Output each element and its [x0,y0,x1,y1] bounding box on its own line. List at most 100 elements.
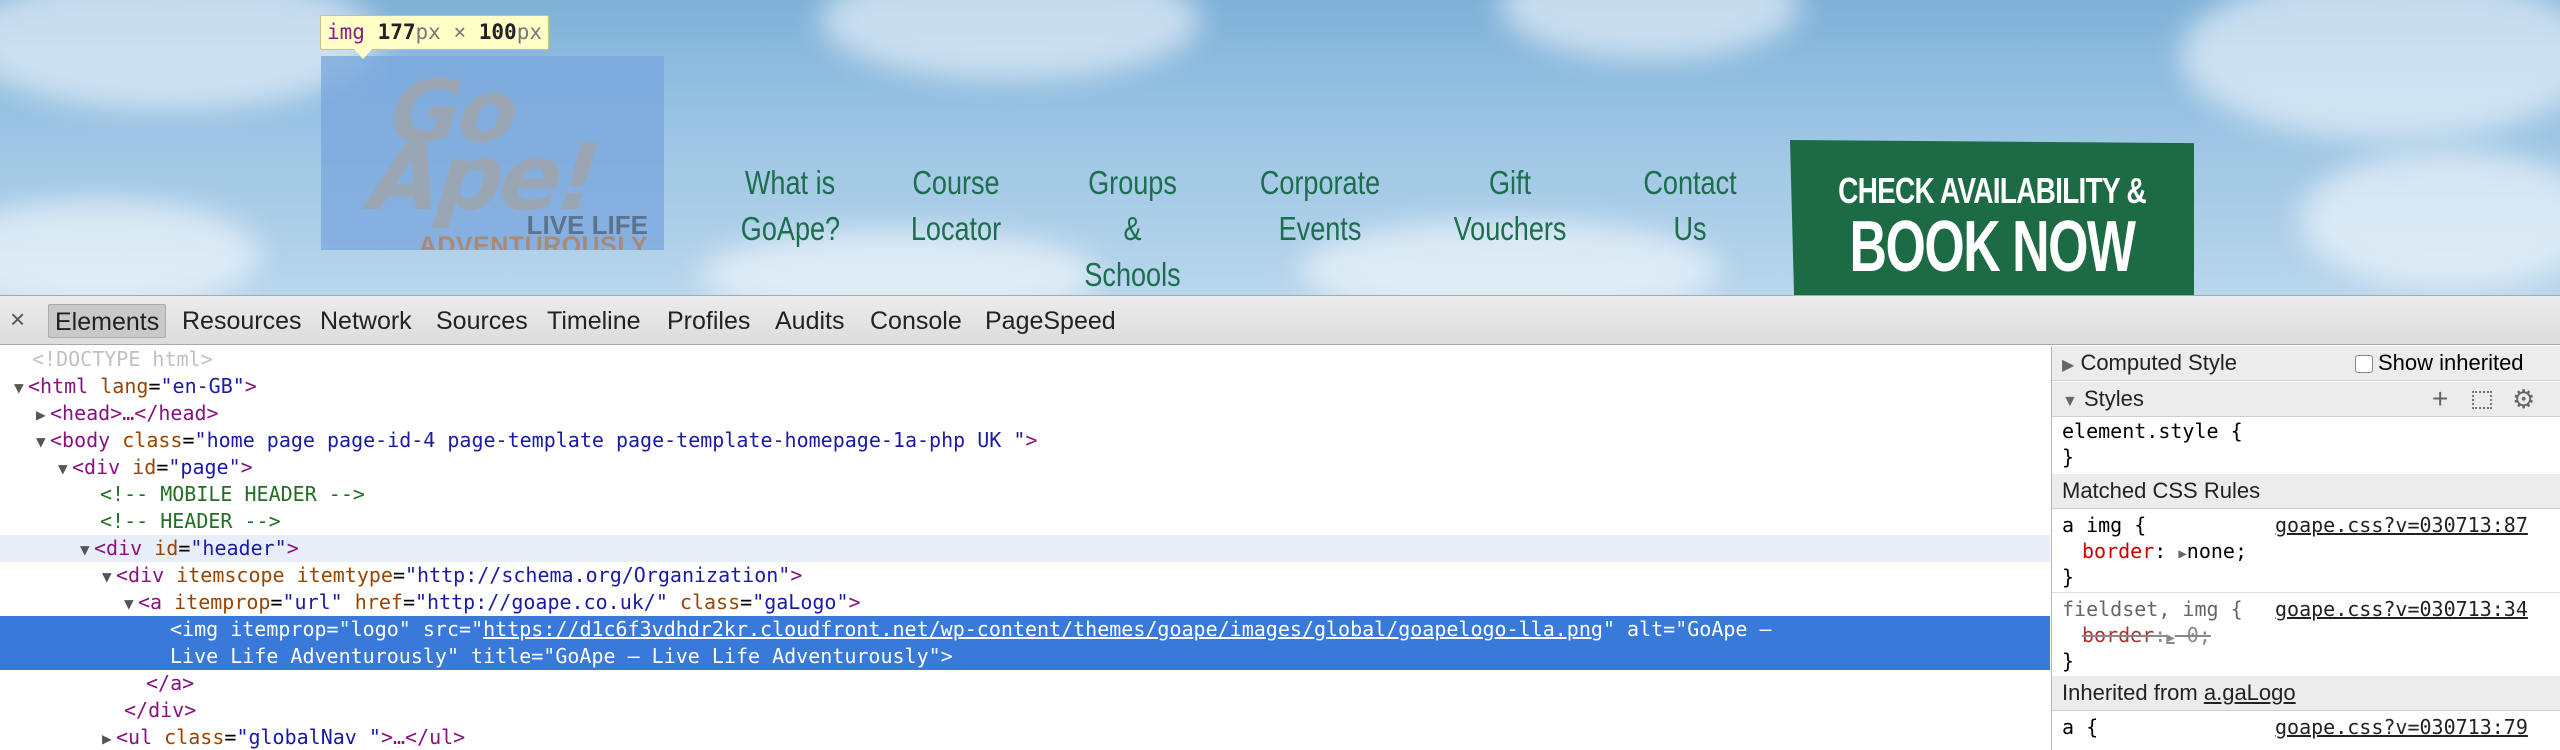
comment-text: <!-- HEADER --> [100,509,281,533]
doctype-text: <!DOCTYPE html> [32,347,213,371]
nav-label-line1: Gift [1488,164,1532,201]
dom-node-html[interactable]: ▼ <html lang="en-GB"> [0,373,2050,400]
nav-label-line1: Groups & [1088,164,1177,247]
rule-close-brace: } [2062,565,2075,589]
attr-name: lang [100,374,149,398]
attr-name: id [154,536,179,560]
css-property-overridden[interactable]: border:▶ 0; [2082,622,2211,648]
nav-label-line2: GoApe? [740,210,841,247]
attr-name: class [164,725,225,749]
collapsed-triangle-icon[interactable]: ▶ [36,401,50,428]
show-inherited-checkbox[interactable] [2355,355,2373,373]
nav-label-line2: Locator [910,210,1002,247]
computed-style-label: Computed Style [2080,350,2237,375]
attr-name: class [679,590,741,614]
book-now-button[interactable]: CHECK AVAILABILITY & BOOK NOW [1790,140,2194,295]
tab-elements[interactable]: Elements [48,304,167,338]
inherited-element-link[interactable]: a.gaLogo [2204,680,2296,705]
attr-name: itemprop [174,590,271,614]
dom-node-ul-globalnav[interactable]: ▶ <ul class="globalNav ">…</ul> [0,724,2050,750]
attr-name: itemprop [230,617,327,641]
dom-node-div-close[interactable]: </div> [0,697,2050,724]
tooltip-tag: img [327,20,365,44]
attr-value: "http://goape.co.uk/" [415,590,668,614]
tab-pagespeed[interactable]: PageSpeed [979,304,1122,338]
expanded-triangle-icon: ▼ [2062,393,2078,410]
dom-node-doctype[interactable]: <!DOCTYPE html> [0,346,2050,373]
expanded-triangle-icon[interactable]: ▼ [80,536,94,563]
css-property-border[interactable]: border: ▶none; [2082,538,2247,564]
dom-tree: <!DOCTYPE html> ▼ <html lang="en-GB"> ▶ <h… [0,346,2050,750]
tab-console[interactable]: Console [864,304,968,338]
tag-name: <html [28,374,89,398]
dom-node-comment[interactable]: <!-- MOBILE HEADER --> [0,481,2050,508]
dom-node-comment[interactable]: <!-- HEADER --> [0,508,2050,535]
website-header: Go Ape! LIVE LIFE ADVENTUROUSLY img 177p… [0,0,2560,295]
attr-value: "GoApe – Live Life Adventurously" [543,644,941,668]
attr-value: "GoApe – [1675,617,1772,641]
element-style-rule[interactable]: element.style { [2062,418,2243,444]
tab-resources[interactable]: Resources [176,304,308,338]
nav-contact-us[interactable]: Contact Us [1641,160,1739,252]
dom-node-img-selected-cont[interactable]: Live Life Adventurously" title="GoApe – … [0,643,2050,670]
dom-node-div-itemscope[interactable]: ▼ <div itemscope itemtype="http://schema.… [0,562,2050,589]
rule-selector[interactable]: a img { [2062,512,2146,538]
tab-profiles[interactable]: Profiles [661,304,756,338]
attr-name: itemtype [296,563,393,587]
dom-node-div-page[interactable]: ▼ <div id="page"> [0,454,2050,481]
attr-name: href [354,590,403,614]
tab-sources[interactable]: Sources [430,304,534,338]
nav-groups-schools[interactable]: Groups & Schools [1077,160,1188,295]
img-src-link[interactable]: https://d1c6f3vdhdr2kr.cloudfront.net/wp… [483,617,1603,641]
show-inherited-label: Show inherited [2378,350,2524,375]
nav-label-line2: Us [1673,210,1707,247]
close-devtools-icon[interactable]: × [10,304,25,334]
nav-gift-vouchers[interactable]: Gift Vouchers [1453,160,1568,252]
cloud [0,200,260,295]
collapsed-triangle-icon[interactable]: ▶ [102,725,116,750]
dom-node-body[interactable]: ▼ <body class="home page page-id-4 page-t… [0,427,2050,454]
inherited-from-label: Inherited from [2062,680,2198,705]
tab-audits[interactable]: Audits [769,304,850,338]
dom-node-head[interactable]: ▶ <head>…</head> [0,400,2050,427]
gear-icon[interactable]: ⚙ [2512,382,2535,416]
rule-selector[interactable]: fieldset, img { [2062,596,2243,622]
attr-value: Live Life Adventurously" [170,644,459,668]
rule-close-brace: } [2062,445,2075,469]
logo-tagline-adventurously: ADVENTUROUSLY [418,232,648,250]
dom-node-a-close[interactable]: </a> [0,670,2050,697]
closing-tag: </a> [146,671,195,695]
tab-timeline[interactable]: Timeline [541,304,647,338]
dom-node-div-header[interactable]: ▼ <div id="header"> [0,535,2050,562]
expanded-triangle-icon[interactable]: ▼ [124,590,138,617]
comment-text: <!-- MOBILE HEADER --> [100,482,365,506]
dom-node-img-selected[interactable]: <img itemprop="logo" src="https://d1c6f3… [0,616,2050,643]
closing-tag: </div> [124,698,197,722]
css-source-link[interactable]: goape.css?v=030713:79 [2275,714,2528,740]
element-state-icon[interactable] [2472,391,2492,409]
attr-value: "gaLogo" [752,590,849,614]
nav-label-line2: Vouchers [1453,210,1567,247]
tab-network[interactable]: Network [314,304,418,338]
expanded-triangle-icon[interactable]: ▼ [36,428,50,455]
goape-logo-link[interactable]: Go Ape! LIVE LIFE ADVENTUROUSLY [321,56,664,250]
expanded-triangle-icon[interactable]: ▼ [14,374,28,401]
styles-header[interactable]: ▼ Styles + ⚙ [2052,382,2560,417]
nav-what-is-goape[interactable]: What is GoApe? [740,160,841,252]
computed-style-header[interactable]: ▶ Computed Style Show inherited [2052,346,2560,381]
book-now-title: BOOK NOW [1849,207,2136,287]
expanded-triangle-icon[interactable]: ▼ [58,455,72,482]
nav-course-locator[interactable]: Course Locator [907,160,1005,252]
rule-selector[interactable]: a { [2062,714,2098,740]
expanded-triangle-icon[interactable]: ▼ [102,563,116,590]
tooltip-unit: px [516,20,542,44]
dom-node-a-logo[interactable]: ▼ <a itemprop="url" href="http://goape.co… [0,589,2050,616]
tooltip-unit: px [415,20,441,44]
attr-value: "en-GB" [160,374,245,398]
css-source-link[interactable]: goape.css?v=030713:34 [2275,596,2528,622]
nav-corporate-events[interactable]: Corporate Events [1254,160,1385,252]
cloud [1500,0,1800,60]
add-rule-icon[interactable]: + [2432,382,2448,416]
attr-name: id [132,455,157,479]
css-source-link[interactable]: goape.css?v=030713:87 [2275,512,2528,538]
